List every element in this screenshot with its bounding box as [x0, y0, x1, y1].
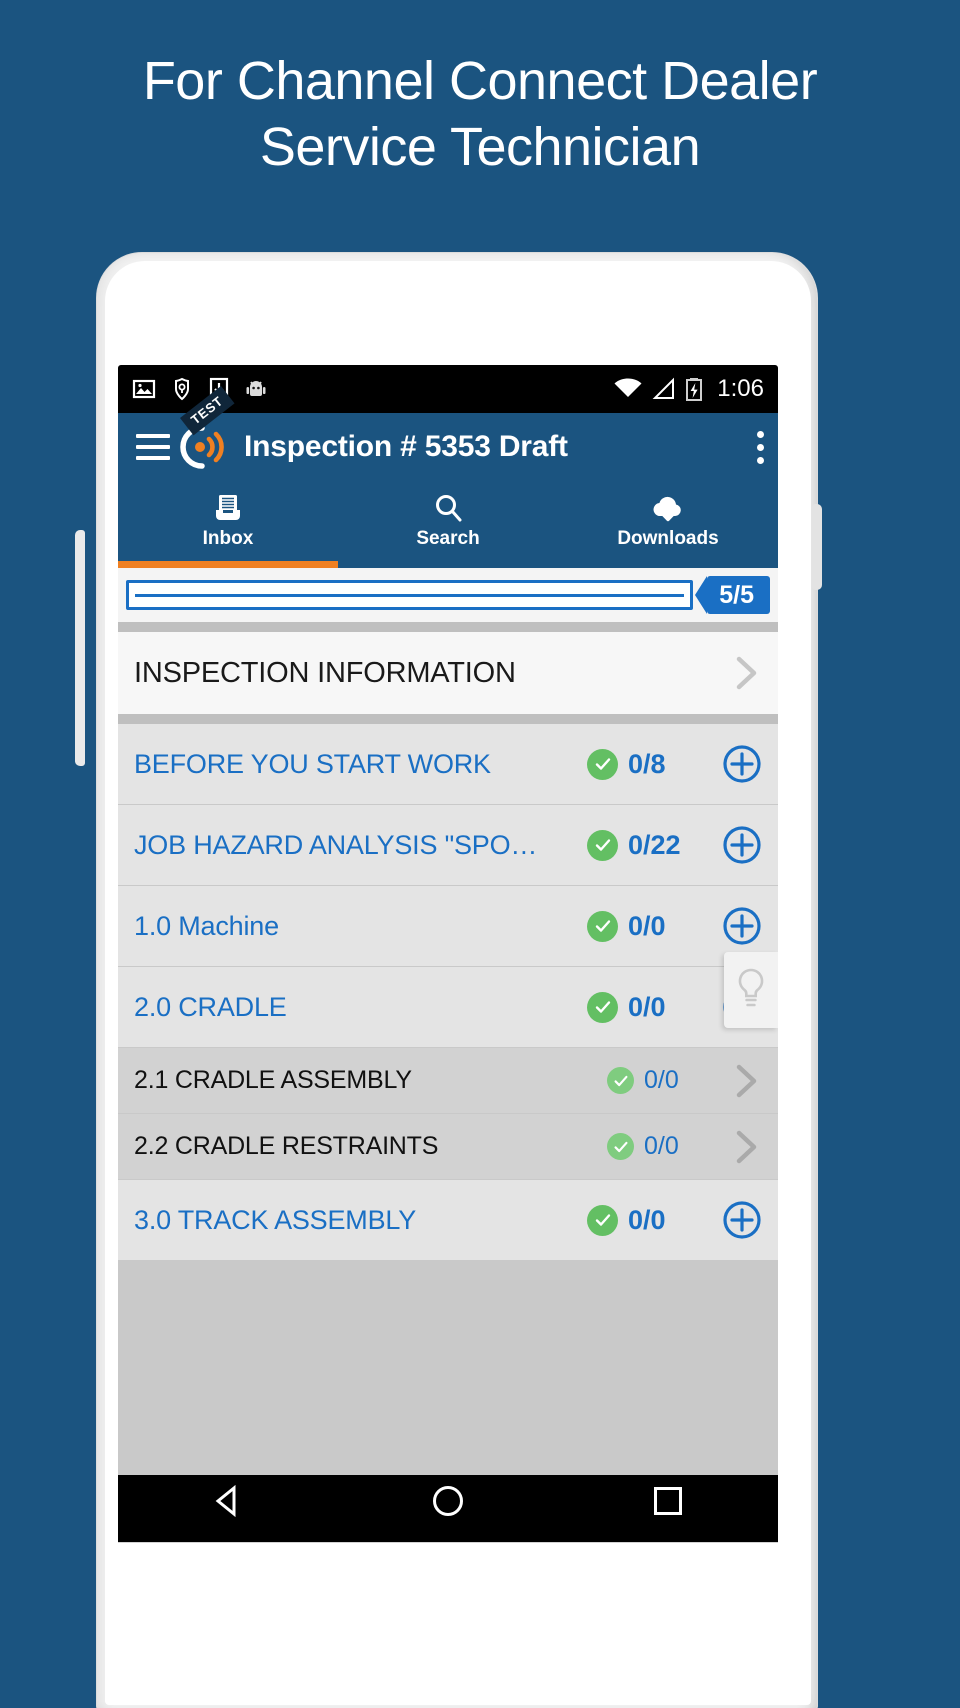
- battery-charging-icon: [686, 378, 703, 401]
- row-title: JOB HAZARD ANALYSIS "SPO…: [134, 829, 538, 860]
- check-circle-icon: [587, 748, 618, 780]
- row-count: 0/0: [628, 1204, 666, 1235]
- shield-location-icon: [175, 377, 189, 401]
- check-circle-icon: [587, 829, 618, 861]
- checklist: INSPECTION INFORMATION BEFORE YOU START …: [118, 622, 778, 1475]
- lightbulb-icon: [738, 968, 764, 1007]
- section-header-inspection-information[interactable]: INSPECTION INFORMATION: [118, 632, 778, 714]
- check-circle-icon: [607, 1133, 634, 1160]
- row-title: 1.0 Machine: [134, 910, 279, 941]
- row-count: 0/8: [628, 748, 666, 779]
- row-title: BEFORE YOU START WORK: [134, 748, 491, 779]
- table-row[interactable]: 2.0 CRADLE 0/0: [118, 967, 778, 1048]
- check-circle-icon: [607, 1067, 634, 1094]
- hint-overlay[interactable]: [724, 952, 778, 1028]
- table-row[interactable]: BEFORE YOU START WORK 0/8: [118, 724, 778, 805]
- tab-downloads[interactable]: Downloads: [558, 481, 778, 561]
- row-title: 2.2 CRADLE RESTRAINTS: [134, 1132, 439, 1160]
- row-count: 0/0: [644, 1132, 679, 1160]
- table-row[interactable]: 3.0 TRACK ASSEMBLY 0/0: [118, 1180, 778, 1261]
- tab-label: Downloads: [617, 528, 719, 549]
- table-row[interactable]: 2.1 CRADLE ASSEMBLY 0/0: [118, 1048, 778, 1114]
- android-robot-icon: [246, 381, 266, 396]
- chevron-right-icon: [736, 656, 757, 690]
- table-row[interactable]: 1.0 Machine 0/0: [118, 886, 778, 967]
- tab-label: Inbox: [202, 528, 254, 549]
- tab-inbox[interactable]: Inbox: [118, 481, 338, 561]
- promo-page: For Channel Connect Dealer Service Techn…: [0, 0, 960, 1708]
- row-title: 2.1 CRADLE ASSEMBLY: [134, 1066, 412, 1094]
- plus-circle-icon[interactable]: [722, 906, 762, 946]
- progress-badge: 5/5: [695, 576, 770, 614]
- recents-square-icon[interactable]: [633, 1476, 703, 1526]
- check-circle-icon: [587, 991, 618, 1023]
- table-row[interactable]: 2.2 CRADLE RESTRAINTS 0/0: [118, 1114, 778, 1180]
- cloud-download-icon: [651, 492, 685, 524]
- promo-headline: For Channel Connect Dealer Service Techn…: [0, 48, 960, 180]
- plus-circle-icon[interactable]: [722, 825, 762, 865]
- list-divider: [118, 622, 778, 632]
- channel-connect-logo: TEST: [172, 385, 235, 474]
- phone-screen: 1:06 TEST Inspection # 5353 Draft Inbox …: [118, 365, 778, 1543]
- power-button[interactable]: [812, 504, 822, 590]
- wifi-icon: [614, 378, 642, 397]
- row-count: 0/22: [628, 829, 681, 860]
- plus-circle-icon[interactable]: [722, 1200, 762, 1240]
- more-vertical-icon[interactable]: [756, 430, 764, 464]
- check-circle-icon: [587, 1204, 618, 1236]
- row-count: 0/0: [628, 991, 666, 1022]
- app-bar: TEST Inspection # 5353 Draft: [118, 385, 778, 481]
- list-divider: [118, 714, 778, 724]
- status-bar-notification-icons: [132, 377, 268, 401]
- cell-signal-icon: [652, 377, 675, 399]
- progress-bar: [126, 580, 694, 610]
- tab-bar: Inbox Search Downloads: [118, 481, 778, 561]
- status-bar-clock: 1:06: [717, 375, 764, 402]
- inbox-tray-icon: [212, 492, 244, 524]
- row-title: 3.0 TRACK ASSEMBLY: [134, 1204, 417, 1235]
- row-title: 2.0 CRADLE: [134, 991, 287, 1022]
- row-count: 0/0: [644, 1066, 679, 1094]
- progress-row: 5/5: [118, 568, 778, 622]
- back-triangle-icon[interactable]: [193, 1476, 263, 1526]
- row-count: 0/0: [628, 910, 666, 941]
- tab-label: Search: [416, 528, 480, 549]
- promo-headline-line1: For Channel Connect Dealer: [142, 51, 818, 111]
- chevron-right-icon[interactable]: [730, 1128, 762, 1166]
- status-bar-system-icons: 1:06: [613, 375, 764, 403]
- home-circle-icon[interactable]: [413, 1476, 483, 1526]
- plus-circle-icon[interactable]: [722, 744, 762, 784]
- promo-headline-line2: Service Technician: [259, 117, 701, 177]
- section-header-title: INSPECTION INFORMATION: [134, 656, 516, 689]
- search-icon: [432, 492, 464, 524]
- list-empty-area: [118, 1261, 778, 1475]
- table-row[interactable]: JOB HAZARD ANALYSIS "SPO… 0/22: [118, 805, 778, 886]
- volume-button[interactable]: [75, 530, 85, 766]
- chevron-right-icon[interactable]: [730, 1062, 762, 1100]
- tab-active-underline: [118, 561, 778, 568]
- image-icon: [132, 379, 156, 399]
- check-circle-icon: [587, 910, 618, 942]
- page-title: Inspection # 5353 Draft: [244, 430, 568, 463]
- tab-search[interactable]: Search: [338, 481, 558, 561]
- hamburger-menu-icon[interactable]: [136, 434, 170, 460]
